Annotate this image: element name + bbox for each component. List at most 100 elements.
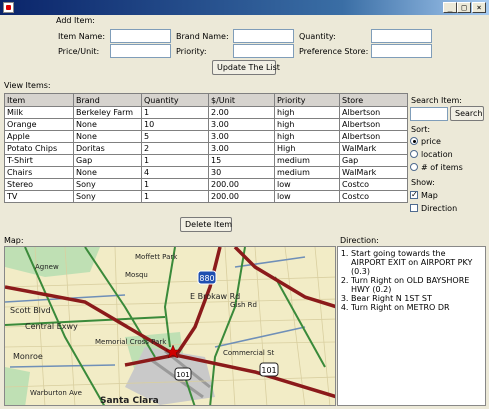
table-cell: high [274,106,340,119]
table-cell: 1 [141,106,209,119]
table-row[interactable]: Stereo Sony 1 200.00 low Costco [4,178,408,191]
table-cell: Gap [73,154,142,167]
table-cell: 4 [141,166,209,179]
table-cell: Sony [73,190,142,203]
table-cell: 10 [141,118,209,131]
table-cell: Albertson [339,130,408,143]
delete-item-button[interactable]: Delete Item [180,217,232,232]
map-label-gish-rd: Gish Rd [230,301,257,309]
map-label-brokaw-rd: E Brokaw Rd [190,292,240,301]
table-cell: WalMark [339,166,408,179]
table-row[interactable]: Potato Chips Doritas 2 3.00 High WalMark [4,142,408,155]
table-cell: 15 [208,154,275,167]
table-cell: Albertson [339,118,408,131]
table-cell: 3.00 [208,118,275,131]
item-name-label: Item Name: [58,32,106,41]
priority-field[interactable] [233,44,294,58]
table-cell: low [274,178,340,191]
column-header-priority[interactable]: Priority [274,93,340,107]
column-header-store[interactable]: Store [339,93,408,107]
sort-count-label: # of items [421,163,463,172]
column-header-quantity[interactable]: Quantity [141,93,209,107]
direction-step: Turn Right on OLD BAYSHORE HWY (0.2) [351,276,482,294]
show-label: Show: [411,178,435,187]
table-cell: None [73,118,142,131]
preference-store-field[interactable] [371,44,432,58]
map-label-monroe: Monroe [13,352,43,361]
brand-name-field[interactable] [233,29,294,43]
table-cell: Milk [4,106,74,119]
sort-price-radio[interactable] [410,137,418,145]
table-cell: 1 [141,154,209,167]
table-row[interactable]: TV Sony 1 200.00 low Costco [4,190,408,203]
priority-label: Priority: [176,47,207,56]
items-table: Item Brand Quantity $/Unit Priority Stor… [4,93,408,203]
map-label-mosqu: Mosqu [125,271,148,279]
table-row[interactable]: T-Shirt Gap 1 15 medium Gap [4,154,408,167]
table-cell: Potato Chips [4,142,74,155]
table-cell: medium [274,154,340,167]
search-input[interactable] [410,107,448,121]
sort-price-label: price [421,137,441,146]
table-row[interactable]: Apple None 5 3.00 high Albertson [4,130,408,143]
table-cell: 30 [208,166,275,179]
table-cell: 2.00 [208,106,275,119]
map-view[interactable]: 880 101 101 Agnew Moffett Park Scott Blv… [4,246,336,406]
preference-store-label: Preference Store: [299,47,369,56]
minimize-button[interactable]: _ [443,2,457,13]
table-cell: High [274,142,340,155]
search-item-label: Search Item: [411,96,462,105]
table-cell: high [274,118,340,131]
table-cell: 200.00 [208,178,275,191]
table-cell: Berkeley Farm [73,106,142,119]
quantity-field[interactable] [371,29,432,43]
table-cell: 3.00 [208,142,275,155]
table-row[interactable]: Milk Berkeley Farm 1 2.00 high Albertson [4,106,408,119]
table-row[interactable]: Orange None 10 3.00 high Albertson [4,118,408,131]
table-cell: None [73,130,142,143]
table-cell: Costco [339,190,408,203]
show-direction-checkbox[interactable] [410,204,418,212]
table-cell: medium [274,166,340,179]
column-header-unit-price[interactable]: $/Unit [208,93,275,107]
map-label-central-exwy: Central Exwy [25,322,78,331]
view-items-heading: View Items: [4,81,51,90]
title-bar: _ □ × [0,0,489,15]
add-item-heading: Add Item: [56,16,95,25]
table-cell: TV [4,190,74,203]
table-cell: 200.00 [208,190,275,203]
table-cell: Sony [73,178,142,191]
direction-label: Direction: [340,236,379,245]
map-label-scott-blvd: Scott Blvd [10,306,51,315]
sort-count-radio[interactable] [410,163,418,171]
show-map-checkbox[interactable]: ✓ [410,191,418,199]
maximize-button[interactable]: □ [457,2,471,13]
map-label-memorial-cross-park: Memorial Cross Park [95,338,167,346]
direction-step: Start going towards the AIRPORT EXIT on … [351,249,482,276]
item-name-field[interactable] [110,29,171,43]
svg-text:101: 101 [261,366,276,375]
map-label-warburton-ave: Warburton Ave [30,389,82,397]
table-cell: Costco [339,178,408,191]
highway-shield-101: 101 [259,362,279,377]
price-unit-field[interactable] [110,44,171,58]
map-graphic: 880 101 101 Agnew Moffett Park Scott Blv… [5,247,335,405]
table-cell: 1 [141,178,209,191]
update-list-button[interactable]: Update The List [212,60,280,75]
sort-location-radio[interactable] [410,150,418,158]
table-cell: Gap [339,154,408,167]
items-table-body: Milk Berkeley Farm 1 2.00 high Albertson Orang… [4,106,408,203]
column-header-item[interactable]: Item [4,93,74,107]
map-label: Map: [4,236,24,245]
column-header-brand[interactable]: Brand [73,93,142,107]
price-unit-label: Price/Unit: [58,47,100,56]
table-cell: None [73,166,142,179]
svg-text:101: 101 [176,371,189,379]
table-row[interactable]: Chairs None 4 30 medium WalMark [4,166,408,179]
highway-shield-880: 880 [197,270,217,285]
table-cell: Albertson [339,106,408,119]
table-cell: 3.00 [208,130,275,143]
table-cell: 2 [141,142,209,155]
close-button[interactable]: × [472,2,486,13]
search-button[interactable]: Search [450,106,484,121]
